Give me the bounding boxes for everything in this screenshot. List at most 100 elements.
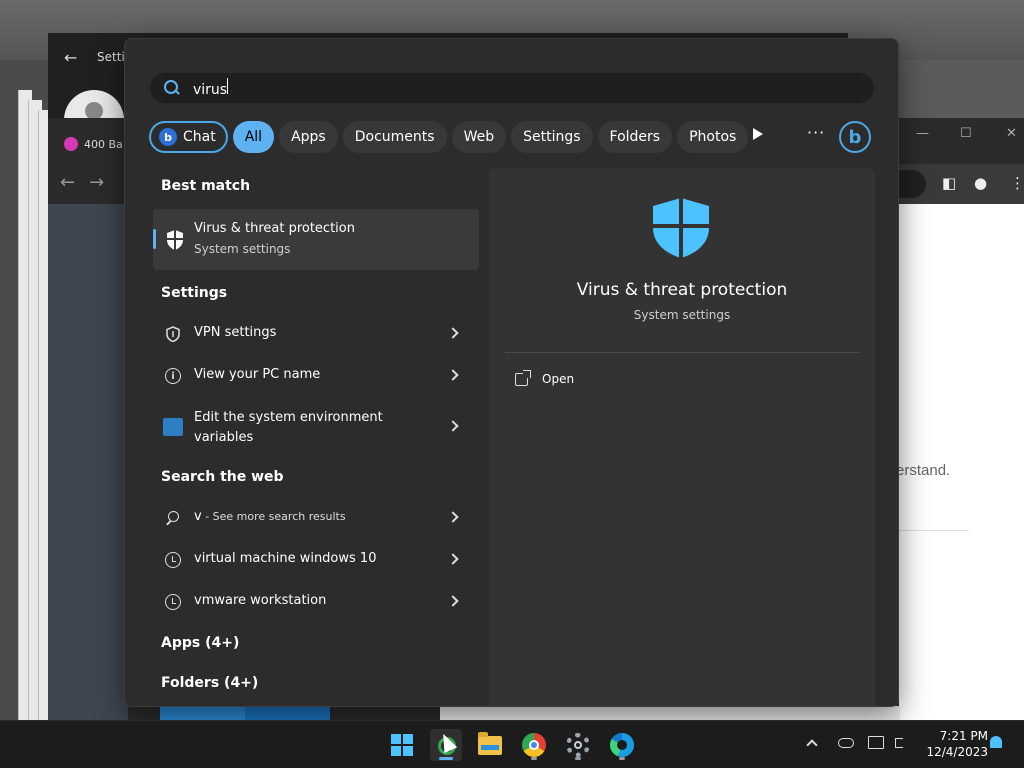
search-input[interactable]: virus	[193, 78, 833, 98]
open-label: Open	[542, 372, 575, 386]
text-caret	[227, 78, 229, 94]
filter-chip-chat[interactable]: b Chat	[149, 121, 228, 153]
chrome-icon	[522, 733, 546, 757]
filter-chip-label: Settings	[523, 129, 581, 145]
microphone-icon	[64, 137, 78, 151]
clock-date: 12/4/2023	[926, 745, 988, 759]
network-icon[interactable]	[868, 736, 884, 749]
filter-chip-folders[interactable]: Folders	[597, 121, 673, 153]
settings-item-env-variables[interactable]: Edit the system environment variables	[153, 407, 479, 447]
filter-chip-apps[interactable]: Apps	[279, 121, 338, 153]
filter-chip-label: Chat	[183, 129, 216, 145]
open-button[interactable]: Open	[515, 369, 575, 386]
start-search-panel: virus b Chat All Apps Documents Web Sett…	[124, 38, 899, 707]
filter-chip-web[interactable]: Web	[451, 121, 507, 153]
web-item-vmware[interactable]: vmware workstation	[153, 582, 479, 622]
web-item-label: vmware workstation	[194, 593, 327, 608]
history-icon	[165, 552, 181, 568]
bing-icon[interactable]: b	[839, 121, 871, 153]
active-indicator	[439, 757, 453, 760]
gear-icon	[566, 733, 590, 757]
best-match-item[interactable]: Virus & threat protection System setting…	[153, 209, 479, 270]
chevron-right-icon	[447, 553, 459, 565]
browser-menu-icon[interactable]: ⋮	[1010, 174, 1024, 192]
settings-item-label: Edit the system environment variables	[194, 410, 383, 445]
maximize-icon[interactable]: ☐	[960, 126, 972, 141]
minimize-icon[interactable]: —	[916, 126, 929, 141]
filter-chip-settings[interactable]: Settings	[511, 121, 593, 153]
folders-heading[interactable]: Folders (4+)	[161, 675, 258, 691]
taskbar-start-button[interactable]	[386, 729, 418, 761]
background-strip	[245, 706, 330, 720]
apps-heading[interactable]: Apps (4+)	[161, 635, 239, 651]
settings-window-title: Settings	[97, 50, 127, 64]
web-item-see-more[interactable]: v - See more search results	[153, 498, 479, 538]
browser-tab[interactable]: 400 Ba	[64, 130, 124, 158]
history-icon	[165, 594, 181, 610]
settings-item-pc-name[interactable]: i View your PC name	[153, 356, 479, 396]
filter-chip-label: Web	[463, 129, 495, 145]
close-icon[interactable]: ✕	[1006, 126, 1017, 141]
shield-outline-icon	[166, 326, 180, 342]
filter-chip-documents[interactable]: Documents	[342, 121, 447, 153]
windows-logo-icon	[391, 734, 413, 756]
web-item-label: virtual machine windows 10	[194, 551, 377, 566]
settings-heading: Settings	[161, 285, 228, 301]
filter-chip-label: Apps	[291, 129, 326, 145]
back-arrow-icon[interactable]: ←	[64, 48, 77, 67]
best-match-heading: Best match	[161, 178, 251, 194]
filter-chip-label: All	[244, 129, 263, 145]
detail-title: Virus & threat protection	[576, 280, 788, 300]
taskbar-chrome[interactable]	[518, 729, 550, 761]
taskbar-edge[interactable]	[606, 729, 638, 761]
running-indicator	[575, 757, 581, 760]
shield-icon	[653, 198, 709, 258]
monitor-icon	[163, 418, 183, 436]
detail-divider	[505, 352, 860, 353]
taskbar-file-explorer[interactable]	[474, 729, 506, 761]
play-icon[interactable]	[753, 128, 763, 140]
taskbar-clock[interactable]: 7:21 PM 12/4/2023	[916, 728, 988, 760]
page-text: erstand.	[896, 462, 951, 479]
chevron-right-icon	[447, 369, 459, 381]
sidebar-toggle-icon[interactable]: ◧	[942, 174, 956, 192]
running-indicator	[531, 757, 537, 760]
best-match-title: Virus & threat protection	[194, 221, 355, 236]
settings-item-label: VPN settings	[194, 325, 277, 340]
filter-chip-label: Photos	[689, 129, 737, 145]
page-divider	[899, 530, 969, 531]
detail-pane: Virus & threat protection System setting…	[489, 168, 875, 706]
search-web-heading: Search the web	[161, 469, 284, 485]
chevron-right-icon	[447, 420, 459, 432]
detail-subtitle: System settings	[633, 308, 731, 322]
taskbar-settings[interactable]	[562, 729, 594, 761]
search-icon	[164, 80, 180, 96]
browser-nav-arrows-icon[interactable]: ←→	[60, 172, 118, 193]
browser-sidebar	[48, 204, 128, 720]
web-item-virtual-machine[interactable]: virtual machine windows 10	[153, 540, 479, 580]
background-strip	[440, 706, 900, 720]
web-item-label: v - See more search results	[194, 509, 346, 524]
edge-icon	[610, 733, 634, 757]
onedrive-cloud-icon[interactable]	[838, 738, 854, 748]
file-explorer-icon	[478, 731, 502, 755]
best-match-subtitle: System settings	[194, 242, 291, 256]
settings-item-vpn[interactable]: VPN settings	[153, 314, 479, 354]
bing-chat-icon: b	[159, 128, 177, 146]
search-box[interactable]: virus	[149, 72, 875, 104]
shield-icon	[167, 230, 183, 250]
browser-tab-label: 400 Ba	[84, 137, 123, 151]
more-options-icon[interactable]: ···	[807, 123, 825, 142]
filter-chip-all[interactable]: All	[232, 121, 275, 153]
profile-icon[interactable]: ●	[974, 174, 987, 192]
clock-time: 7:21 PM	[939, 729, 988, 743]
running-indicator	[619, 757, 625, 760]
filter-chips: b Chat All Apps Documents Web Settings F…	[149, 120, 749, 154]
settings-item-label: View your PC name	[194, 367, 321, 382]
web-search-icon	[165, 510, 181, 526]
filter-chip-photos[interactable]: Photos	[677, 121, 749, 153]
notification-bell-icon[interactable]	[990, 736, 1002, 748]
chevron-right-icon	[447, 595, 459, 607]
volume-muted-icon[interactable]	[895, 738, 903, 748]
filter-chip-label: Documents	[354, 129, 435, 145]
